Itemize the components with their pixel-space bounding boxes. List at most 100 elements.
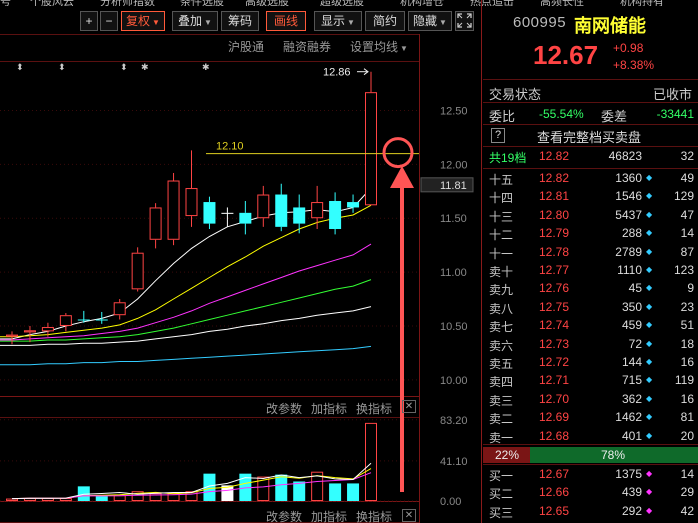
moving-average-line (0, 279, 372, 342)
order-volume: 5437 (615, 207, 642, 222)
quote-panel: 600995 南网储能 12.67 +0.98 +8.38% 交易状态 已收市 … (483, 0, 698, 523)
ma-settings-dropdown[interactable]: 设置均线 ▼ (350, 38, 408, 55)
moving-average-line (0, 345, 372, 366)
full-order-book-link[interactable]: ? 查看完整档买卖盘 (487, 127, 694, 145)
order-price: 12.67 (539, 467, 570, 481)
order-volume: 362 (621, 391, 642, 406)
order-book-row[interactable]: 卖十 12.77 1110 123 ◆ (483, 263, 698, 279)
stock-code: 600995 (513, 14, 567, 31)
zoom-out-button[interactable]: − (100, 11, 118, 31)
simple-mode-button[interactable]: 简约 (365, 11, 405, 31)
divider (483, 146, 698, 147)
total-volume: 46823 (608, 149, 642, 163)
display-dropdown[interactable]: 显示 ▼ (314, 11, 362, 31)
highlight-circle (382, 137, 414, 169)
order-volume: 1462 (615, 410, 642, 425)
order-price: 12.75 (539, 299, 570, 314)
y-tick-label: 10.00 (440, 375, 468, 387)
add-indicator-button[interactable]: 加指标 (311, 508, 347, 523)
adjust-price-dropdown[interactable]: 复权 ▼ (121, 11, 165, 31)
event-marker-icon: ⬍ (120, 62, 128, 72)
chips-button[interactable]: 筹码 (221, 11, 259, 31)
diamond-icon: ◆ (646, 173, 653, 182)
order-book-row[interactable]: 十三 12.80 5437 47 ◆ (483, 208, 698, 224)
add-indicator-button[interactable]: 加指标 (311, 400, 347, 417)
order-count: 18 (680, 336, 694, 351)
order-book-row[interactable]: 买二 12.66 439 29 ◆ (483, 485, 698, 501)
hide-dropdown[interactable]: 隐藏 ▼ (408, 11, 452, 31)
top-menu-item[interactable]: 个股风云 (30, 0, 74, 6)
draw-line-button[interactable]: 画线 (266, 11, 306, 31)
top-menu-item[interactable]: 号 (0, 0, 11, 6)
order-book-row[interactable]: 卖九 12.76 45 9 ◆ (483, 281, 698, 297)
sell-ratio-pct: 78% (601, 448, 626, 462)
volume-bar (113, 495, 126, 501)
order-level-label: 买二 (489, 487, 514, 502)
close-indicator-icon[interactable]: ✕ (402, 509, 416, 522)
order-book-row[interactable]: 卖六 12.73 72 18 ◆ (483, 337, 698, 353)
order-book-row[interactable]: 卖五 12.72 144 16 ◆ (483, 355, 698, 371)
bid-ask-ratio-bar: 22% 78% (483, 447, 698, 463)
kline-chart-area[interactable]: ⬍ ⬍ ⬍ ✱ ✱ 12.86 12.10 12.50 12.00 11.50 11.00 10.… (0, 34, 478, 523)
horizontal-line-label: 12.10 (216, 141, 244, 153)
order-count: 20 (680, 428, 694, 443)
order-book-row[interactable]: 十五 12.82 1360 49 ◆ (483, 171, 698, 187)
order-price: 12.68 (539, 428, 570, 443)
volume-bar (275, 474, 288, 501)
order-book-row[interactable]: 十一 12.78 2789 87 ◆ (483, 245, 698, 261)
top-menu-item[interactable]: 分析师指数 (100, 0, 155, 6)
order-book-row[interactable]: 买一 12.67 1375 14 ◆ (483, 467, 698, 483)
overlay-dropdown[interactable]: 叠加 ▼ (172, 11, 218, 31)
indicator-params-button[interactable]: 改参数 (266, 400, 302, 417)
top-menu-item[interactable]: 高级选股 (245, 0, 289, 6)
buy-ratio-pct: 22% (495, 448, 520, 462)
diamond-icon: ◆ (646, 338, 653, 348)
order-book-row[interactable]: 十四 12.81 1546 129 ◆ (483, 189, 698, 205)
divider (483, 464, 698, 465)
order-volume: 1360 (615, 171, 642, 185)
top-menu-item[interactable]: 超级选股 (320, 0, 364, 6)
stock-name[interactable]: 南网储能 (574, 12, 646, 38)
order-price: 12.81 (539, 189, 570, 204)
order-volume: 401 (621, 428, 642, 443)
chevron-down-icon: ▼ (152, 18, 160, 27)
order-volume: 1375 (615, 467, 642, 481)
price-change: +0.98 (613, 41, 644, 55)
order-price: 12.65 (539, 503, 570, 518)
volume-bar (95, 496, 108, 501)
order-book-row[interactable]: 卖一 12.68 401 20 ◆ (483, 429, 698, 445)
close-indicator-icon[interactable]: ✕ (402, 400, 416, 413)
order-book-row[interactable]: 卖八 12.75 350 23 ◆ (483, 300, 698, 316)
candle-body (203, 202, 216, 224)
order-book-row[interactable]: 十二 12.79 288 14 ◆ (483, 226, 698, 242)
order-count: 119 (674, 373, 694, 388)
total-count: 32 (680, 149, 694, 163)
order-count: 51 (680, 318, 694, 333)
order-book-row[interactable]: 卖七 12.74 459 51 ◆ (483, 318, 698, 334)
moving-average-line (0, 204, 372, 338)
order-book-row[interactable]: 卖三 12.70 362 16 ◆ (483, 392, 698, 408)
order-count: 123 (673, 263, 694, 277)
candle-body (347, 202, 360, 208)
hgt-link[interactable]: 沪股通 (228, 38, 264, 55)
order-price: 12.79 (539, 226, 570, 241)
order-level-label: 卖十 (489, 265, 514, 279)
swap-indicator-button[interactable]: 换指标 (356, 400, 392, 417)
order-book-row[interactable]: 卖二 12.69 1462 81 ◆ (483, 410, 698, 426)
ma-settings-label: 设置均线 (350, 40, 399, 54)
order-count: 129 (673, 189, 694, 204)
order-book-row[interactable]: 卖四 12.71 715 119 ◆ (483, 373, 698, 389)
help-icon[interactable]: ? (491, 128, 505, 143)
zoom-in-button[interactable]: + (80, 11, 98, 31)
diamond-icon: ◆ (646, 246, 653, 256)
diamond-icon: ◆ (646, 320, 653, 330)
order-book-row[interactable]: 买三 12.65 292 42 ◆ (483, 504, 698, 520)
margin-trading-link[interactable]: 融资融券 (283, 38, 331, 55)
swap-indicator-button[interactable]: 换指标 (356, 508, 392, 523)
indicator-params-button[interactable]: 改参数 (266, 508, 302, 523)
current-price-label: 11.81 (440, 180, 467, 192)
expand-icon[interactable] (455, 11, 474, 31)
top-menu-item[interactable]: 机构增仓 (400, 0, 444, 6)
top-menu-item[interactable]: 条件选股 (180, 0, 224, 6)
divider (483, 168, 698, 169)
